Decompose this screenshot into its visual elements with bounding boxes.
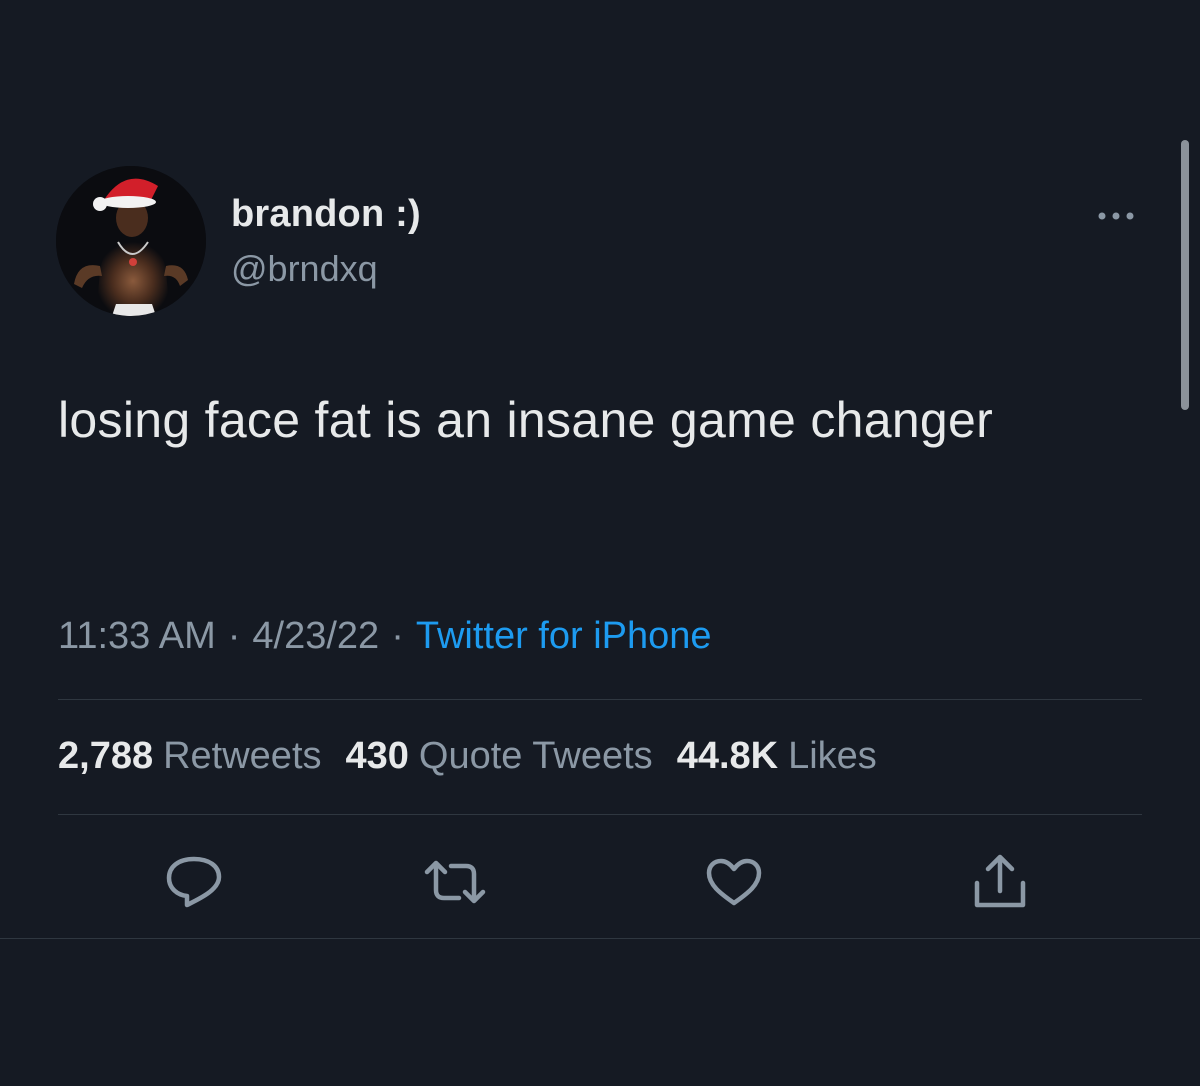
- tweet-date: 4/23/22: [252, 615, 380, 657]
- display-name[interactable]: brandon :): [231, 193, 421, 236]
- meta-separator: ·: [391, 615, 404, 657]
- more-horizontal-icon: [1098, 212, 1134, 220]
- divider: [0, 938, 1200, 939]
- more-options-button[interactable]: [1088, 196, 1144, 236]
- like-button[interactable]: [702, 850, 766, 914]
- likes-stat[interactable]: 44.8K Likes: [677, 735, 877, 777]
- user-handle[interactable]: @brndxq: [231, 248, 378, 290]
- tweet-time: 11:33 AM: [58, 615, 216, 657]
- likes-count: 44.8K: [676, 735, 779, 777]
- retweet-button[interactable]: [423, 850, 487, 914]
- retweets-count: 2,788: [58, 735, 154, 777]
- avatar[interactable]: [56, 166, 206, 316]
- retweets-label: Retweets: [163, 735, 322, 777]
- reply-icon: [166, 856, 222, 908]
- share-icon: [974, 854, 1026, 908]
- share-button[interactable]: [968, 850, 1032, 914]
- divider: [58, 814, 1142, 815]
- retweet-icon: [424, 860, 486, 904]
- likes-label: Likes: [788, 735, 877, 777]
- divider: [58, 699, 1142, 700]
- quote-tweets-stat[interactable]: 430 Quote Tweets: [346, 735, 653, 777]
- tweet-source-link[interactable]: Twitter for iPhone: [416, 615, 712, 657]
- tweet-detail-screen: brandon :) @brndxq losing face fat is an…: [0, 0, 1200, 1086]
- reply-button[interactable]: [162, 850, 226, 914]
- quote-tweets-count: 430: [345, 735, 409, 777]
- heart-icon: [706, 858, 762, 906]
- meta-separator: ·: [227, 615, 241, 657]
- retweets-stat[interactable]: 2,788 Retweets: [58, 735, 322, 777]
- tweet-text: losing face fat is an insane game change…: [58, 392, 994, 448]
- avatar-image: [56, 166, 206, 316]
- tweet-stats: 2,788 Retweets 430 Quote Tweets 44.8K Likes: [58, 735, 901, 778]
- quote-tweets-label: Quote Tweets: [418, 735, 653, 777]
- scrollbar[interactable]: [1181, 140, 1189, 410]
- tweet-meta: 11:33 AM · 4/23/22 · Twitter for iPhone: [58, 615, 712, 658]
